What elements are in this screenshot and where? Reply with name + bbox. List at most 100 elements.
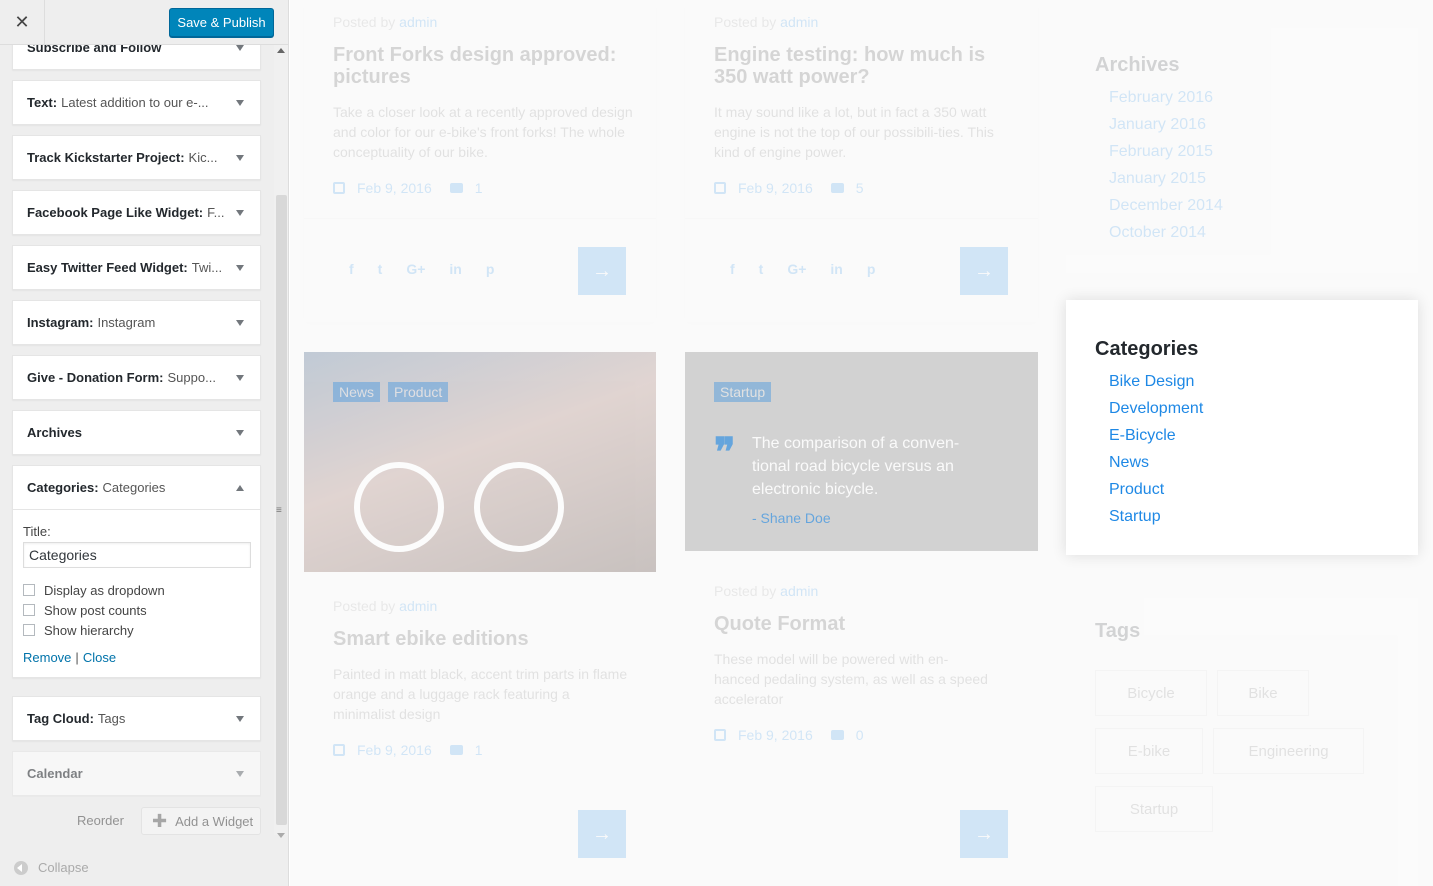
widget-title-row: Archives [13, 411, 260, 454]
linkedin-icon[interactable]: in [830, 261, 842, 277]
read-more-arrow-icon[interactable]: → [578, 810, 626, 858]
close-icon[interactable]: ✕ [0, 0, 45, 45]
chevron-down-icon[interactable] [236, 374, 244, 381]
sidebar-scrollbar[interactable] [274, 45, 288, 838]
collapse-icon [14, 860, 28, 875]
customizer-sidebar: Subscribe and Follow Text: Latest additio… [0, 0, 289, 886]
archive-link[interactable]: February 2015 [1109, 143, 1389, 170]
title-input[interactable]: Categories [23, 542, 251, 568]
widget-tag-cloud[interactable]: Tag Cloud: Tags [12, 696, 261, 741]
chevron-down-icon[interactable] [236, 264, 244, 271]
chevron-down-icon[interactable] [236, 715, 244, 722]
author-link[interactable]: admin [399, 598, 437, 614]
widget-kickstarter[interactable]: Track Kickstarter Project: Kic... [12, 135, 261, 180]
google-plus-icon[interactable]: G+ [406, 261, 425, 277]
widget-categories[interactable]: Categories: Categories Title: Categories … [12, 465, 261, 678]
post-date: Feb 9, 2016 [357, 180, 432, 196]
tag-pill[interactable]: Startup [1095, 786, 1213, 832]
twitter-icon[interactable]: t [759, 261, 764, 277]
author-link[interactable]: admin [780, 14, 818, 30]
facebook-icon[interactable]: f [349, 261, 354, 277]
linkedin-icon[interactable]: in [449, 261, 461, 277]
author-link[interactable]: admin [399, 14, 437, 30]
chevron-down-icon[interactable] [236, 154, 244, 161]
post-title[interactable]: Smart ebike editions [333, 628, 633, 650]
post-body: Posted by admin Front Forks design appro… [333, 14, 633, 196]
scroll-up-icon[interactable] [277, 48, 285, 53]
category-link[interactable]: Product [1109, 481, 1389, 508]
post-excerpt: These model will be powered with en-hanc… [714, 651, 988, 707]
widget-facebook[interactable]: Facebook Page Like Widget: F... [12, 190, 261, 235]
post-byline: Posted by admin [333, 598, 633, 614]
author-link[interactable]: admin [780, 583, 818, 599]
chevron-down-icon[interactable] [236, 429, 244, 436]
pinterest-icon[interactable]: p [486, 261, 495, 277]
read-more-arrow-icon[interactable]: → [578, 247, 626, 295]
widget-title-row: Instagram: Instagram [13, 301, 260, 344]
archive-link[interactable]: February 2016 [1109, 89, 1389, 116]
chevron-down-icon[interactable] [236, 770, 244, 777]
chevron-up-icon[interactable] [236, 484, 244, 491]
read-more-arrow-icon[interactable]: → [960, 247, 1008, 295]
checkbox[interactable] [23, 584, 35, 596]
category-link[interactable]: News [1109, 454, 1389, 481]
archive-link[interactable]: January 2015 [1109, 170, 1389, 197]
tag-pill[interactable]: Bicycle [1095, 670, 1207, 716]
post-title[interactable]: Quote Format [714, 613, 994, 635]
tag-pill[interactable]: E-bike [1095, 728, 1203, 774]
chevron-down-icon[interactable] [236, 209, 244, 216]
widget-twitter[interactable]: Easy Twitter Feed Widget: Twi... [12, 245, 261, 290]
close-link[interactable]: Close [83, 650, 116, 665]
option-post-counts[interactable]: Show post counts [23, 600, 250, 620]
google-plus-icon[interactable]: G+ [787, 261, 806, 277]
remove-link[interactable]: Remove [23, 650, 71, 665]
widget-title-row: Easy Twitter Feed Widget: Twi... [13, 246, 260, 289]
post-tag-product[interactable]: Product [388, 382, 449, 402]
collapse-button[interactable]: Collapse [14, 860, 89, 875]
read-more-arrow-icon[interactable]: → [960, 810, 1008, 858]
save-publish-button[interactable]: Save & Publish [169, 8, 274, 37]
post-title[interactable]: Engine testing: how much is 350 watt pow… [714, 44, 1014, 88]
quote-text: The comparison of a conven-tional road b… [752, 435, 960, 498]
twitter-icon[interactable]: t [378, 261, 383, 277]
archive-link[interactable]: December 2014 [1109, 197, 1389, 224]
widget-text[interactable]: Text: Latest addition to our e-... [12, 80, 261, 125]
post-byline: Posted by admin [333, 14, 633, 30]
site-preview: Posted by admin Front Forks design appro… [290, 0, 1433, 886]
post-tag-startup[interactable]: Startup [714, 382, 772, 402]
checkbox[interactable] [23, 604, 35, 616]
post-title[interactable]: Front Forks design approved: pictures [333, 44, 633, 88]
widget-instagram[interactable]: Instagram: Instagram [12, 300, 261, 345]
facebook-icon[interactable]: f [730, 261, 735, 277]
widget-archives[interactable]: Archives [12, 410, 261, 455]
option-hierarchy[interactable]: Show hierarchy [23, 620, 250, 640]
option-label: Show post counts [44, 602, 147, 618]
archive-link[interactable]: January 2016 [1109, 116, 1389, 143]
category-link[interactable]: Bike Design [1109, 373, 1389, 400]
chevron-down-icon[interactable] [236, 99, 244, 106]
widget-give-donation[interactable]: Give - Donation Form: Suppo... [12, 355, 261, 400]
category-link[interactable]: E-Bicycle [1109, 427, 1389, 454]
category-link[interactable]: Development [1109, 400, 1389, 427]
chevron-down-icon[interactable] [236, 319, 244, 326]
checkbox[interactable] [23, 624, 35, 636]
post-tag-news[interactable]: News [333, 382, 381, 402]
post-byline: Posted by admin [714, 583, 994, 599]
reorder-link[interactable]: Reorder [77, 813, 124, 828]
widget-title-row: Track Kickstarter Project: Kic... [13, 136, 260, 179]
categories-title: Categories [1095, 338, 1199, 360]
scroll-down-icon[interactable] [277, 833, 285, 838]
tag-pill[interactable]: Bike [1217, 670, 1309, 716]
pinterest-icon[interactable]: p [867, 261, 876, 277]
tag-pill[interactable]: Engineering [1213, 728, 1364, 774]
widget-calendar[interactable]: Calendar [12, 751, 261, 796]
archive-link[interactable]: October 2014 [1109, 224, 1389, 251]
add-widget-button[interactable]: ✚ Add a Widget [141, 807, 261, 835]
widget-subtitle: Latest addition to our e-... [61, 95, 209, 110]
chevron-down-icon[interactable] [236, 44, 244, 51]
category-link[interactable]: Startup [1109, 508, 1389, 535]
categories-widget: Categories Bike Design Development E-Bic… [1066, 300, 1418, 555]
categories-list: Bike Design Development E-Bicycle News P… [1095, 373, 1389, 535]
option-dropdown[interactable]: Display as dropdown [23, 580, 250, 600]
resize-grip-icon[interactable]: ≡ [276, 505, 282, 516]
